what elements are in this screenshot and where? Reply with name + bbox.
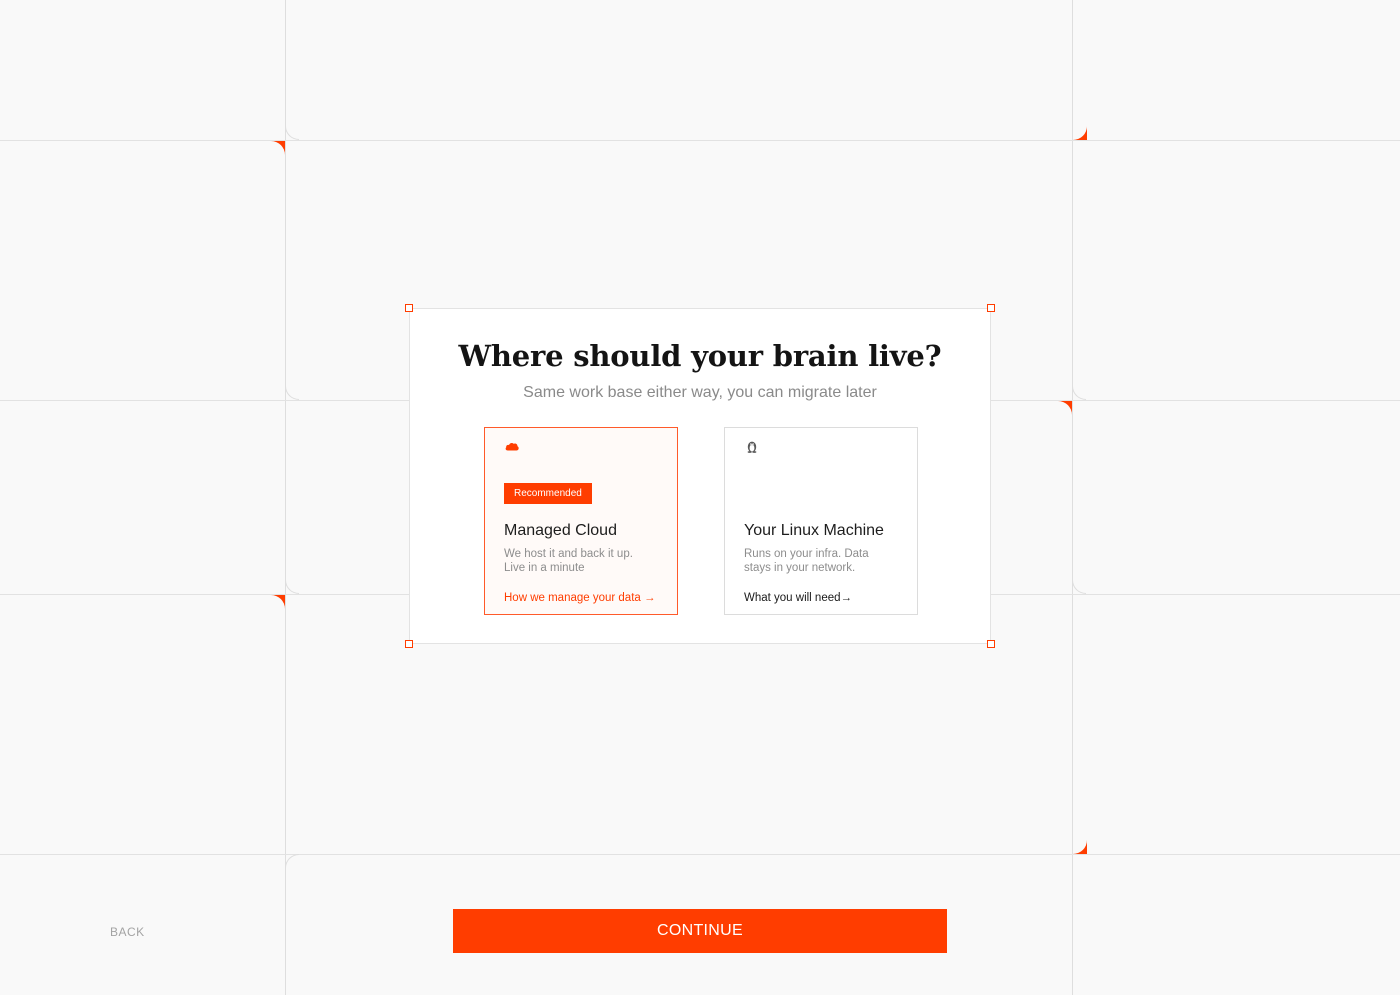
grid-line — [991, 400, 1400, 401]
background-canvas: Where should your brain live? Same work … — [0, 0, 1400, 995]
option-card-managed-cloud[interactable]: Recommended Managed Cloud We host it and… — [484, 427, 678, 615]
grid-line — [991, 594, 1400, 595]
grid-line — [285, 0, 286, 995]
continue-button[interactable]: CONTINUE — [453, 909, 947, 953]
accent-corner — [1058, 401, 1072, 415]
accent-corner — [1073, 840, 1087, 854]
accent-corner — [1073, 126, 1087, 140]
resize-handle — [987, 640, 995, 648]
option-description: We host it and back it up. Live in a min… — [504, 548, 633, 574]
linux-penguin-icon — [744, 439, 760, 453]
back-button[interactable]: BACK — [110, 925, 145, 939]
tile-corner — [285, 386, 299, 400]
recommended-badge: Recommended — [504, 483, 592, 504]
requirements-link[interactable]: What you will need→ — [744, 592, 852, 604]
tile-corner — [285, 126, 299, 140]
dialog-subtitle: Same work base either way, you can migra… — [523, 384, 877, 401]
grid-line — [0, 400, 409, 401]
tile-corner — [285, 580, 299, 594]
resize-handle — [987, 304, 995, 312]
accent-corner — [271, 595, 285, 609]
tile-corner — [285, 854, 299, 868]
resize-handle — [405, 640, 413, 648]
option-title: Managed Cloud — [504, 522, 617, 539]
option-title: Your Linux Machine — [744, 522, 884, 539]
tile-corner — [1072, 580, 1086, 594]
option-card-linux-machine[interactable]: Your Linux Machine Runs on your infra. D… — [724, 427, 918, 615]
tile-corner — [1072, 386, 1086, 400]
hosting-choice-dialog: Where should your brain live? Same work … — [405, 304, 995, 648]
grid-line — [0, 140, 1400, 141]
resize-handle — [405, 304, 413, 312]
option-description: Runs on your infra. Data stays in your n… — [744, 548, 869, 574]
accent-corner — [271, 141, 285, 155]
dialog-title: Where should your brain live? — [458, 339, 942, 373]
cloud-icon — [504, 439, 520, 453]
grid-line — [0, 854, 1400, 855]
manage-data-link[interactable]: How we manage your data → — [504, 592, 656, 604]
grid-line — [0, 594, 409, 595]
